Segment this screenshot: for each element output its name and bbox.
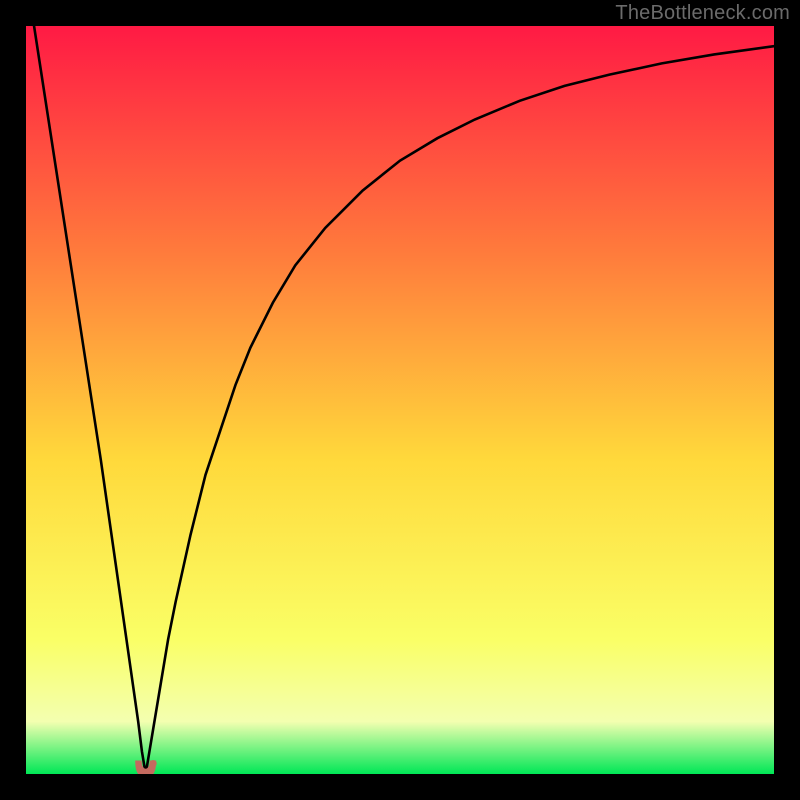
chart-frame: TheBottleneck.com — [0, 0, 800, 800]
watermark-text: TheBottleneck.com — [615, 2, 790, 25]
chart-svg — [26, 26, 774, 774]
plot-area — [26, 26, 774, 774]
gradient-background — [26, 26, 774, 774]
